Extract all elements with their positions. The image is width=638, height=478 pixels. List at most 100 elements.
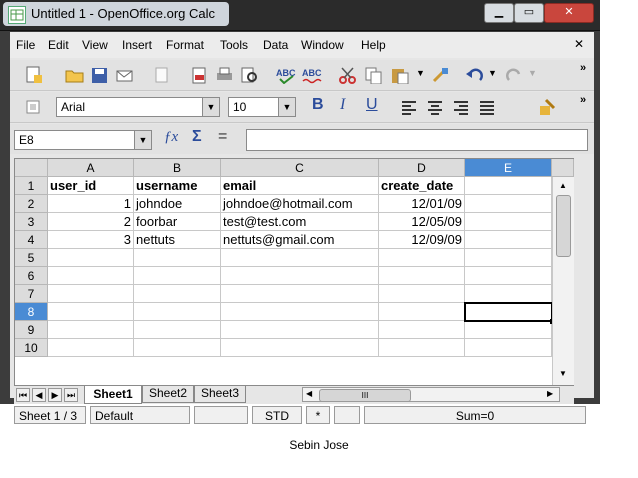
font-name-select[interactable]: Arial ▼: [56, 97, 220, 117]
grid-cell[interactable]: [48, 339, 134, 357]
font-size-dropdown-icon[interactable]: ▼: [278, 98, 295, 116]
grid-cell[interactable]: nettuts@gmail.com: [221, 231, 379, 249]
column-header-c[interactable]: C: [221, 159, 379, 177]
grid-cell[interactable]: [379, 249, 465, 267]
status-selection-mode[interactable]: STD: [252, 406, 302, 424]
italic-icon[interactable]: I: [340, 96, 345, 114]
grid-cell[interactable]: [134, 321, 221, 339]
row-header[interactable]: 7: [15, 285, 48, 303]
stylist-icon[interactable]: [24, 98, 44, 116]
sheet-tab-3[interactable]: Sheet3: [194, 386, 246, 403]
grid-cell[interactable]: 3: [48, 231, 134, 249]
menu-edit[interactable]: Edit: [48, 38, 69, 52]
grid-cell[interactable]: [379, 303, 465, 321]
grid-cell[interactable]: 12/09/09: [379, 231, 465, 249]
justify-icon[interactable]: [478, 98, 498, 116]
grid-cell[interactable]: 12/05/09: [379, 213, 465, 231]
grid-cell[interactable]: email: [221, 177, 379, 195]
format-paintbrush-icon[interactable]: [431, 66, 451, 84]
grid-cell[interactable]: [379, 285, 465, 303]
scroll-right-icon[interactable]: ▶: [547, 389, 553, 398]
row-header[interactable]: 10: [15, 339, 48, 357]
grid-cell[interactable]: [465, 177, 552, 195]
cut-icon[interactable]: [338, 66, 358, 84]
name-box-dropdown-icon[interactable]: ▼: [134, 131, 151, 149]
grid-cell[interactable]: [48, 303, 134, 321]
formula-input[interactable]: [246, 129, 588, 151]
redo-icon[interactable]: [504, 66, 524, 84]
grid-cell[interactable]: [465, 339, 552, 357]
vertical-scroll-thumb[interactable]: [556, 195, 571, 257]
grid-cell[interactable]: [48, 285, 134, 303]
merge-cells-icon[interactable]: [538, 98, 558, 116]
column-header-d[interactable]: D: [379, 159, 465, 177]
grid-cell[interactable]: [48, 267, 134, 285]
row-header[interactable]: 4: [15, 231, 48, 249]
first-sheet-icon[interactable]: ⏮: [16, 388, 30, 402]
email-icon[interactable]: [115, 66, 135, 84]
grid-cell[interactable]: [221, 321, 379, 339]
grid-cell[interactable]: nettuts: [134, 231, 221, 249]
grid-cell[interactable]: [221, 303, 379, 321]
undo-icon[interactable]: [465, 66, 485, 84]
grid-cell[interactable]: [465, 267, 552, 285]
grid-cell[interactable]: 12/01/09: [379, 195, 465, 213]
grid-cell[interactable]: [379, 339, 465, 357]
last-sheet-icon[interactable]: ⏭: [64, 388, 78, 402]
export-pdf-icon[interactable]: [190, 66, 210, 84]
grid-cell[interactable]: johndoe: [134, 195, 221, 213]
scroll-left-icon[interactable]: ◀: [306, 389, 312, 398]
grid-cell[interactable]: [48, 321, 134, 339]
row-header[interactable]: 9: [15, 321, 48, 339]
open-folder-icon[interactable]: [65, 66, 85, 84]
paste-dropdown-icon[interactable]: ▼: [416, 68, 425, 78]
align-right-icon[interactable]: [452, 98, 472, 116]
row-header[interactable]: 3: [15, 213, 48, 231]
grid-cell[interactable]: [465, 321, 552, 339]
print-icon[interactable]: [215, 66, 235, 84]
menu-tools[interactable]: Tools: [220, 38, 248, 52]
column-header-a[interactable]: A: [48, 159, 134, 177]
status-zoom[interactable]: [194, 406, 248, 424]
autospellcheck-icon[interactable]: ABC: [302, 66, 322, 84]
grid-cell[interactable]: [134, 285, 221, 303]
grid-cell[interactable]: username: [134, 177, 221, 195]
sheet-tab-1[interactable]: Sheet1: [84, 386, 142, 404]
sum-icon[interactable]: Σ: [192, 128, 202, 146]
menu-insert[interactable]: Insert: [122, 38, 152, 52]
grid-cell[interactable]: [221, 285, 379, 303]
align-center-icon[interactable]: [426, 98, 446, 116]
bold-icon[interactable]: B: [312, 96, 324, 114]
menu-format[interactable]: Format: [166, 38, 204, 52]
grid-cell[interactable]: [134, 303, 221, 321]
grid-cell[interactable]: johndoe@hotmail.com: [221, 195, 379, 213]
copy-icon[interactable]: [364, 66, 384, 84]
font-name-dropdown-icon[interactable]: ▼: [202, 98, 219, 116]
underline-icon[interactable]: U: [366, 96, 378, 114]
redo-dropdown-icon[interactable]: ▼: [528, 68, 537, 78]
new-document-icon[interactable]: [24, 66, 44, 84]
grid-cell[interactable]: [134, 249, 221, 267]
function-wizard-icon[interactable]: ƒx: [164, 129, 178, 146]
close-window-button[interactable]: ✕: [544, 3, 594, 23]
column-header-b[interactable]: B: [134, 159, 221, 177]
grid-cell[interactable]: test@test.com: [221, 213, 379, 231]
column-header-e[interactable]: E: [465, 159, 552, 177]
save-icon[interactable]: [90, 66, 110, 84]
menu-help[interactable]: Help: [361, 38, 386, 52]
menu-view[interactable]: View: [82, 38, 108, 52]
sheet-tab-2[interactable]: Sheet2: [142, 386, 194, 403]
grid-cell[interactable]: [379, 267, 465, 285]
status-page-style[interactable]: Default: [90, 406, 190, 424]
grid-cell[interactable]: foorbar: [134, 213, 221, 231]
spellcheck-icon[interactable]: ABC: [276, 66, 296, 84]
scroll-up-icon[interactable]: ▲: [559, 181, 567, 190]
scroll-down-icon[interactable]: ▼: [559, 369, 567, 378]
grid-cell[interactable]: 2: [48, 213, 134, 231]
align-left-icon[interactable]: [400, 98, 420, 116]
row-header[interactable]: 8: [15, 303, 48, 321]
font-size-select[interactable]: 10 ▼: [228, 97, 296, 117]
horizontal-scroll-thumb[interactable]: III: [319, 389, 411, 402]
grid-cell[interactable]: [465, 249, 552, 267]
grid-cell[interactable]: [221, 249, 379, 267]
